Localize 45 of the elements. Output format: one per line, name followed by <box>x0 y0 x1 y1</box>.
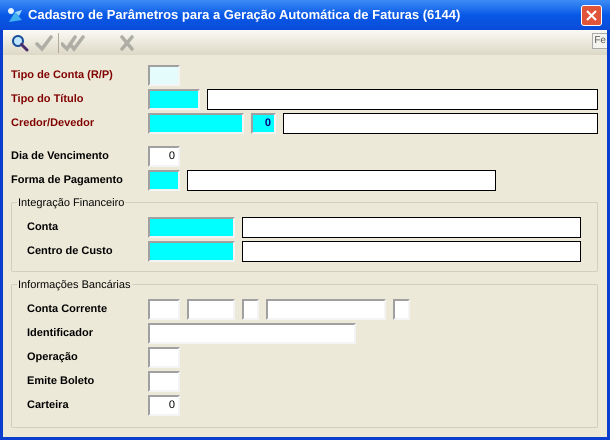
input-field[interactable] <box>148 112 244 134</box>
input-field[interactable]: 0 <box>148 146 180 166</box>
input-field[interactable] <box>266 298 386 320</box>
field-label: Tipo de Conta (R/P) <box>11 68 114 83</box>
field-label: Conta <box>27 220 60 235</box>
double-checkmark-icon <box>61 34 85 52</box>
input-field[interactable] <box>148 216 235 238</box>
input-field[interactable] <box>393 298 410 320</box>
field-label: Carteira <box>27 398 70 413</box>
input-field[interactable] <box>148 346 180 368</box>
field-label: Operação <box>27 350 79 365</box>
input-field[interactable] <box>187 170 496 190</box>
close-icon <box>586 10 597 20</box>
input-field[interactable] <box>283 112 598 134</box>
group-title: Informações Bancárias <box>17 277 132 294</box>
input-field[interactable]: 0 <box>148 394 180 416</box>
field-label: Centro de Custo <box>27 244 114 259</box>
search-icon <box>11 34 29 52</box>
app-icon <box>6 6 24 24</box>
field-label: Credor/Devedor <box>11 116 96 131</box>
input-field[interactable] <box>148 64 180 86</box>
input-field[interactable] <box>242 240 581 262</box>
input-field[interactable] <box>242 216 581 238</box>
input-field[interactable] <box>207 88 598 110</box>
field-label: Tipo do Título <box>11 92 84 107</box>
input-field[interactable] <box>148 240 235 262</box>
field-label: Emite Boleto <box>27 374 96 389</box>
field-label: Identificador <box>27 326 94 341</box>
input-field[interactable] <box>148 88 200 110</box>
checkmark-icon <box>35 34 53 52</box>
tooltip-label: Fe <box>592 33 607 49</box>
window-title: Cadastro de Parâmetros para a Geração Automática de Faturas (6144) <box>28 6 462 24</box>
input-field[interactable] <box>148 322 356 344</box>
input-field[interactable] <box>148 170 180 190</box>
input-field[interactable] <box>187 298 235 320</box>
input-field[interactable] <box>242 298 259 320</box>
group-title: Integração Financeiro <box>17 195 126 212</box>
input-field[interactable] <box>148 298 180 320</box>
field-label: Forma de Pagamento <box>11 172 124 188</box>
cross-icon <box>118 34 136 52</box>
input-field[interactable] <box>148 370 180 392</box>
close-button[interactable] <box>581 4 602 26</box>
field-label: Conta Corrente <box>27 302 108 317</box>
field-label: Dia de Vencimento <box>11 148 110 164</box>
input-field[interactable]: 0 <box>251 112 276 134</box>
